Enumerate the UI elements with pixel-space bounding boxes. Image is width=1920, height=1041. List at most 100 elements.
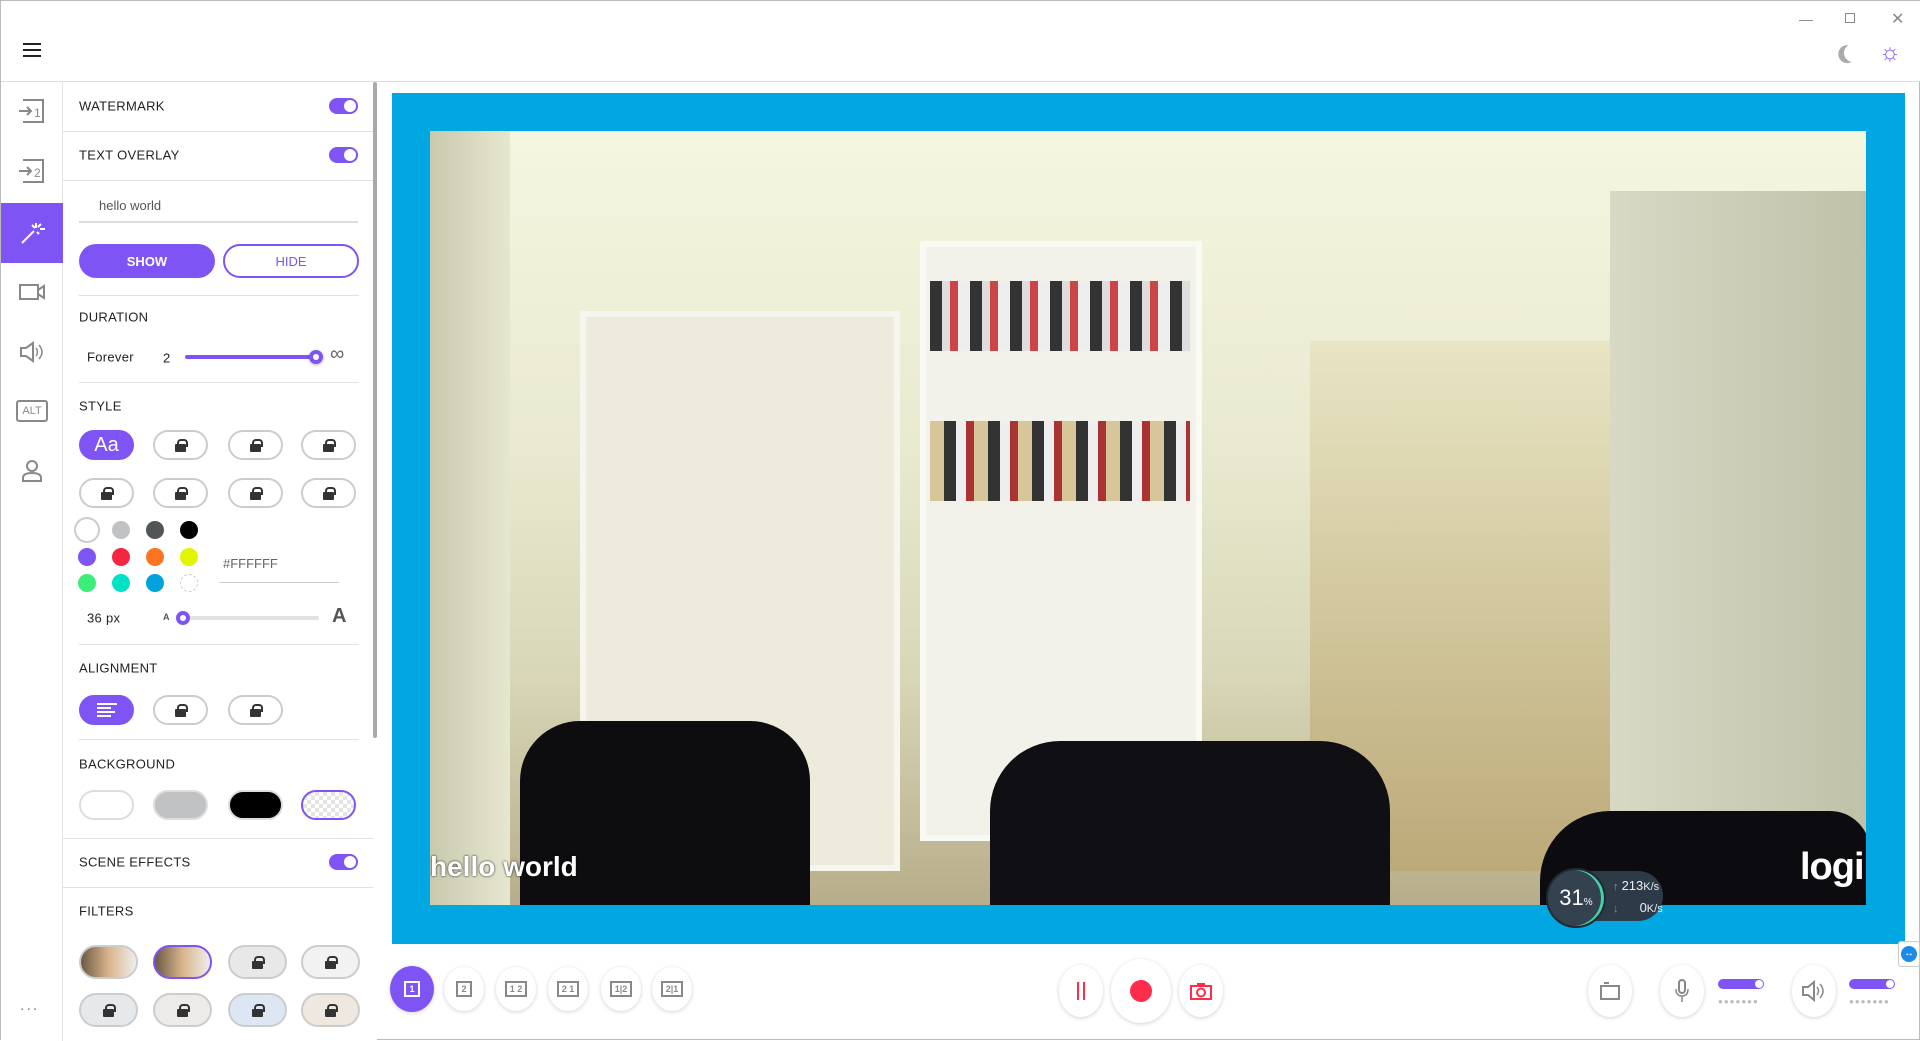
panel-scrollbar[interactable] [373, 82, 377, 738]
rail-item-effects[interactable] [1, 203, 63, 263]
layout-button[interactable]: 2 1 [548, 967, 588, 1011]
background-black[interactable] [228, 790, 283, 820]
svg-text:1: 1 [34, 106, 41, 120]
duration-slider[interactable] [185, 355, 316, 359]
color-swatch[interactable] [112, 521, 130, 539]
lock-icon [175, 438, 188, 452]
layout-button[interactable]: 2|1 [652, 967, 692, 1011]
divider [63, 180, 373, 181]
input-2-icon: 2 [19, 159, 44, 183]
layout-button[interactable]: 1 [390, 966, 434, 1012]
microphone-icon [1675, 979, 1689, 1002]
divider [79, 382, 359, 383]
style-option-default[interactable]: Aa [79, 430, 134, 460]
rail-item-account[interactable] [1, 442, 63, 500]
upload-rate: 213 [1621, 878, 1644, 893]
filter-option-locked[interactable] [301, 945, 360, 979]
style-label: STYLE [79, 398, 122, 414]
color-swatch[interactable] [146, 574, 164, 592]
pause-icon [1077, 982, 1085, 1000]
font-size-large-icon: A [332, 605, 347, 627]
style-option-locked[interactable] [79, 478, 134, 508]
background-transparent[interactable] [301, 790, 356, 820]
filter-option-locked[interactable] [301, 993, 360, 1027]
open-folder-button[interactable] [1588, 965, 1632, 1017]
style-option-locked[interactable] [301, 430, 356, 460]
filter-option-locked[interactable] [228, 993, 287, 1027]
moon-icon[interactable] [1841, 41, 1864, 64]
align-left-button[interactable] [79, 695, 134, 725]
rail-item-source-1[interactable]: 1 [1, 82, 63, 140]
overlay-text-input[interactable]: hello world [79, 195, 358, 223]
layout-button[interactable]: 2 [444, 967, 484, 1011]
layout-button[interactable]: 1|2 [601, 967, 641, 1011]
microphone-volume-slider[interactable] [1718, 979, 1764, 989]
duration-value: 2 [163, 350, 171, 366]
rail-item-audio[interactable] [1, 323, 63, 381]
font-size-slider-handle[interactable] [176, 611, 190, 625]
duration-slider-handle[interactable] [309, 350, 323, 364]
filter-option-locked[interactable] [79, 993, 138, 1027]
speaker-volume-slider[interactable] [1849, 979, 1895, 989]
show-button[interactable]: SHOW [79, 244, 215, 278]
speaker-button[interactable] [1792, 965, 1836, 1017]
style-option-locked[interactable] [228, 478, 283, 508]
filter-option-locked[interactable] [228, 945, 287, 979]
color-swatch[interactable] [112, 548, 130, 566]
background-white[interactable] [79, 790, 134, 820]
pause-button[interactable] [1059, 965, 1103, 1017]
watermark-toggle[interactable] [329, 98, 358, 114]
microphone-button[interactable] [1660, 965, 1704, 1017]
color-swatch[interactable] [78, 574, 96, 592]
color-hex-input[interactable]: #FFFFFF [219, 555, 339, 583]
rail-item-alt[interactable]: ALT [1, 382, 63, 440]
remote-control-tab[interactable]: ↔ [1898, 941, 1920, 967]
cpu-value: 31 [1559, 885, 1584, 910]
record-button[interactable] [1111, 959, 1171, 1023]
scene-effects-toggle[interactable] [329, 854, 358, 870]
wardrobe [1610, 191, 1866, 905]
color-swatch[interactable] [78, 521, 96, 539]
align-right-button[interactable] [228, 695, 283, 725]
close-button[interactable]: ✕ [1891, 9, 1904, 29]
minimize-button[interactable]: — [1799, 11, 1813, 27]
hide-button[interactable]: HIDE [223, 244, 359, 278]
sun-icon[interactable]: ☼ [1879, 41, 1901, 65]
color-swatch[interactable] [146, 521, 164, 539]
overlay-text: hello world [430, 851, 578, 882]
background-label: BACKGROUND [79, 756, 176, 772]
menu-button[interactable] [23, 43, 41, 57]
rail-item-source-2[interactable]: 2 [1, 142, 63, 200]
color-swatch[interactable] [112, 574, 130, 592]
color-swatch[interactable] [180, 521, 198, 539]
color-swatch[interactable] [180, 548, 198, 566]
filter-option[interactable] [153, 945, 212, 979]
color-swatch[interactable] [78, 548, 96, 566]
duration-label: DURATION [79, 309, 149, 325]
snapshot-button[interactable] [1179, 965, 1223, 1017]
layout-button[interactable]: 1 2 [496, 967, 536, 1011]
lock-icon [101, 486, 114, 500]
style-option-locked[interactable] [153, 478, 208, 508]
color-swatch[interactable] [180, 574, 198, 592]
color-swatch[interactable] [146, 548, 164, 566]
lock-icon [175, 703, 188, 717]
style-option-locked[interactable] [228, 430, 283, 460]
style-option-locked[interactable] [153, 430, 208, 460]
alignment-label: ALIGNMENT [79, 660, 158, 676]
align-center-button[interactable] [153, 695, 208, 725]
text-overlay-toggle[interactable] [329, 147, 358, 163]
more-button[interactable]: ... [20, 997, 39, 1015]
restore-button[interactable] [1845, 13, 1855, 23]
filter-option[interactable] [79, 945, 138, 979]
rail-item-camera[interactable] [1, 263, 63, 321]
filter-option-locked[interactable] [153, 993, 212, 1027]
chair-center [990, 741, 1390, 905]
background-gray[interactable] [153, 790, 208, 820]
lock-icon [323, 486, 336, 500]
svg-text:2: 2 [34, 166, 41, 180]
style-option-locked[interactable] [301, 478, 356, 508]
font-size-slider[interactable] [179, 616, 319, 620]
logi-watermark: logi [1800, 846, 1865, 888]
layout-icon: 1 [404, 981, 420, 997]
